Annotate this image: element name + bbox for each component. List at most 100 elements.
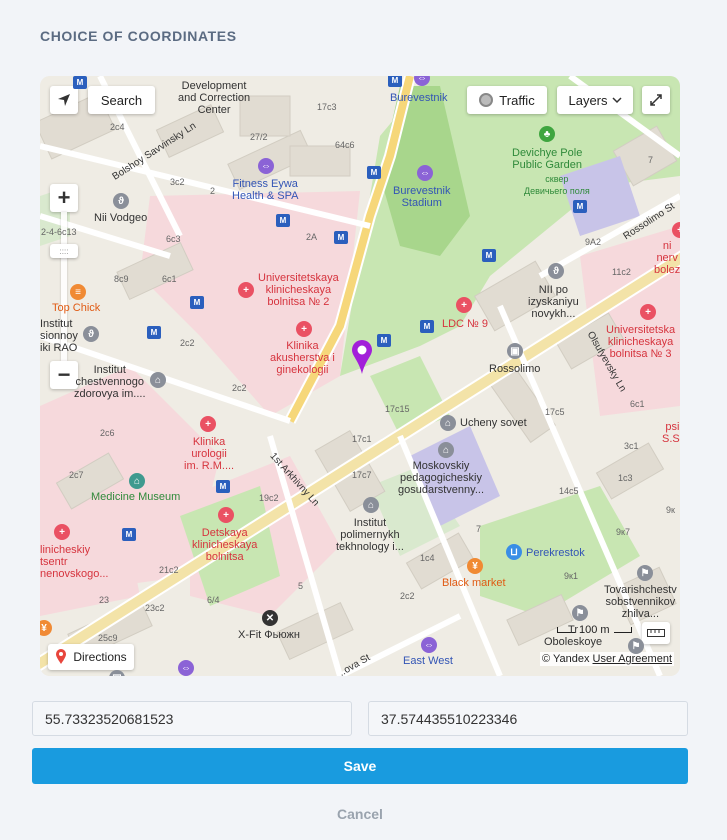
fitness-icon[interactable]: ✕ [262,610,278,626]
poi-label[interactable]: X-Fit Фьюжн [238,629,300,641]
science-icon[interactable]: ϑ [548,263,564,279]
map-marker-icon[interactable]: M [190,296,204,309]
park-icon[interactable]: ♣ [539,126,555,142]
poi-label[interactable]: Tovarishchestv sobstvennikov zhilva... [604,584,677,620]
map-marker-icon[interactable]: M [367,166,381,179]
house-number: 19с2 [259,493,279,503]
poi-label[interactable]: Devichye Pole Public Garden [512,147,582,171]
education-icon[interactable]: ⌂ [150,372,166,388]
education-icon[interactable]: ⌂ [440,415,456,431]
poi-label[interactable]: Universitetskaya klinicheskaya bolnitsa № … [258,272,339,308]
house-number: 3с1 [624,441,639,451]
flag-icon[interactable]: ⚑ [572,605,588,621]
location-pin-icon[interactable] [351,339,373,375]
map-marker-icon[interactable]: M [147,326,161,339]
ruler-button[interactable] [642,622,670,644]
poi-label[interactable]: ni nerv bolez [654,240,680,276]
hospital-icon[interactable]: + [54,524,70,540]
house-number: 1с3 [618,473,633,483]
science-icon[interactable]: ϑ [113,193,129,209]
museum-icon[interactable]: ⌂ [129,473,145,489]
sport-icon[interactable]: ⇔ [421,637,437,653]
house-number: 17с15 [385,404,410,414]
traffic-toggle[interactable]: Traffic [467,86,547,114]
poi-label[interactable]: Tr Oboleskoye [544,624,602,648]
food-icon[interactable]: ≡ [70,284,86,300]
locate-me-button[interactable] [50,86,78,114]
map-view[interactable]: Search Traffic Layers + :::: − Direction… [40,76,680,676]
poi-label[interactable]: Top Chick [52,302,100,314]
poi-label[interactable]: Universitetska klinicheskaya bolnitsa № 3 [606,324,675,360]
poi-label[interactable]: LDC № 9 [442,318,488,330]
layers-dropdown[interactable]: Layers [557,86,633,114]
house-number: 7 [476,524,482,534]
poi-label[interactable]: NII po izyskaniyu novykh... [528,284,579,320]
map-search-button[interactable]: Search [88,86,155,114]
poi-label[interactable]: Medicine Museum [91,491,180,503]
save-button[interactable]: Save [32,748,688,784]
hospital-icon[interactable]: + [296,321,312,337]
house-number: 2с2 [180,338,195,348]
poi-label[interactable]: Klinika urologii im. R.M.... [184,436,234,472]
poi-label[interactable]: Klinika akusherstva i ginekologii [270,340,335,376]
map-marker-icon[interactable]: M [334,231,348,244]
hospital-icon[interactable]: + [238,282,254,298]
zoom-in-button[interactable]: + [50,184,78,212]
hospital-icon[interactable]: + [640,304,656,320]
poi-label[interactable]: Perekrestok [526,547,585,559]
map-marker-icon[interactable]: M [573,200,587,213]
hospital-icon[interactable]: + [456,297,472,313]
poi-label[interactable]: Detskaya klinicheskaya bolnitsa [192,527,257,563]
poi-label[interactable]: Ucheny sovet [460,417,527,429]
zoom-slider-thumb[interactable]: :::: [50,244,78,258]
education-icon[interactable]: ⌂ [438,442,454,458]
poi-label[interactable]: psiS.S. [662,421,680,445]
house-number: 2с2 [400,591,415,601]
science-icon[interactable]: ϑ [83,326,99,342]
poi-label[interactable]: linicheskiy tsentr nenovskogo... [40,544,109,580]
poi-label[interactable]: Moskovskiy pedagogicheskiy gosudarstvenny.… [398,460,484,496]
poi-label[interactable]: Rossolimo [489,363,540,375]
poi-label[interactable]: Institut polimernykh tekhnology i... [336,517,404,553]
poi-label[interactable]: Burevestnik Stadium [393,185,450,209]
bus-stop-icon[interactable]: ▣ [507,343,523,359]
flag-icon[interactable]: ⚑ [628,638,644,654]
directions-button[interactable]: Directions [48,644,134,670]
minus-icon: − [57,362,71,387]
user-agreement-link[interactable]: User Agreement [593,653,672,665]
cancel-button[interactable]: Cancel [320,804,400,824]
shop-icon[interactable]: ⊔ [506,544,522,560]
map-marker-icon[interactable]: M [482,249,496,262]
food-icon[interactable]: ¥ [467,558,483,574]
house-number: 3с2 [170,177,185,187]
sport-icon[interactable]: ⇔ [417,165,433,181]
poi-label[interactable]: Nii Vodgeo [94,212,147,224]
house-number: 6с1 [630,399,645,409]
longitude-input[interactable] [368,701,688,736]
poi-label[interactable]: сквер Девичьего поля [524,173,590,197]
poi-label[interactable]: Black market [442,577,506,589]
sport-icon[interactable]: ⇔ [258,158,274,174]
sport-icon[interactable]: ⇔ [178,660,194,676]
fullscreen-button[interactable] [642,86,670,114]
poi-label[interactable]: Development and Correction Center [178,80,250,116]
poi-label[interactable]: East West [403,655,453,667]
map-marker-icon[interactable]: M [122,528,136,541]
map-marker-icon[interactable]: M [276,214,290,227]
house-number: 2с6 [100,428,115,438]
map-marker-icon[interactable]: M [73,76,87,89]
poi-label[interactable]: Institut sionnoy iki RAO [40,318,78,354]
poi-label[interactable]: Burevestnik [390,92,447,104]
map-search-label: Search [100,92,143,108]
poi-label[interactable]: Institut chestvennogo zdorovya im.... [74,364,146,400]
hospital-icon[interactable]: + [218,507,234,523]
flag-icon[interactable]: ⚑ [637,565,653,581]
map-marker-icon[interactable]: M [216,480,230,493]
map-marker-icon[interactable]: M [377,334,391,347]
hospital-icon[interactable]: + [200,416,216,432]
poi-label[interactable]: Fitness Eywa Health & SPA [232,178,298,202]
latitude-input[interactable] [32,701,352,736]
map-marker-icon[interactable]: M [388,76,402,87]
map-marker-icon[interactable]: M [420,320,434,333]
education-icon[interactable]: ⌂ [363,497,379,513]
